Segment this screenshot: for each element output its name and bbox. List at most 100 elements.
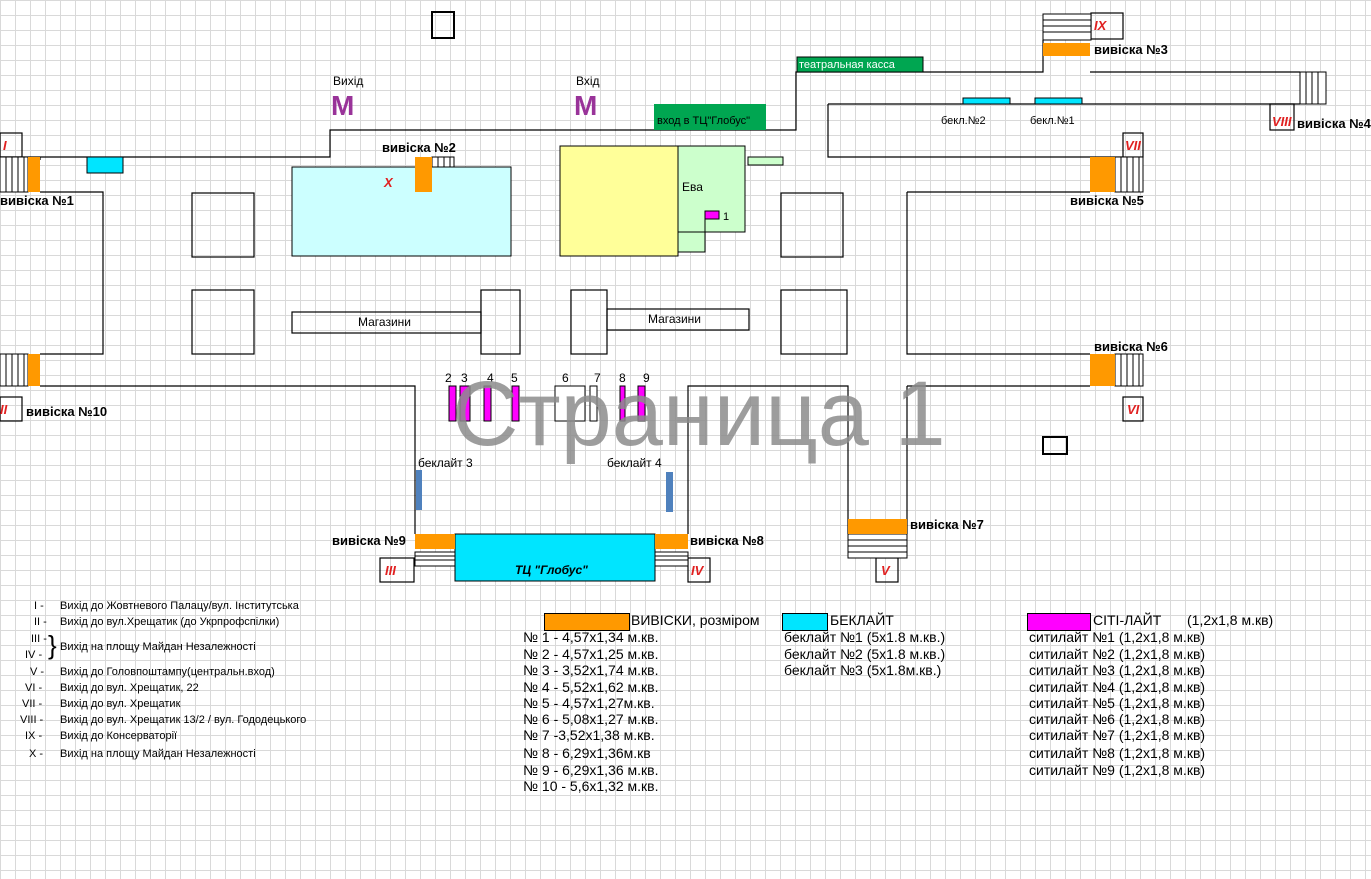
sign-2-label: вивіска №2 [382, 140, 456, 155]
exit-I-label: I [3, 138, 7, 153]
sign-6-label: вивіска №6 [1094, 339, 1168, 354]
exit-legend-num: VIII - [20, 714, 44, 726]
citylight-8 [619, 385, 626, 422]
backlight-left [86, 156, 124, 174]
citylight-number: 5 [511, 371, 518, 385]
sign-1-label: вивіска №1 [0, 193, 74, 208]
sign-size-row: № 7 -3,52х1,38 м.кв. [523, 727, 655, 743]
stairs-left-top [0, 156, 29, 193]
pillar [480, 289, 521, 355]
exit-VII-label: VII [1125, 138, 1141, 153]
legend-signs-title: ВИВІСКИ, розміром [631, 612, 760, 628]
sign-size-row: № 10 - 5,6х1,32 м.кв. [523, 778, 659, 794]
sign-size-row: № 3 - 3,52х1,74 м.кв. [523, 662, 659, 678]
citylight-number: 7 [594, 371, 601, 385]
sign-3-label: вивіска №3 [1094, 42, 1168, 57]
stairs-right-top [1114, 156, 1144, 193]
backlight-1 [1034, 97, 1083, 105]
exit-legend-text: Вихід до Жовтневого Палацу/вул. Інститут… [60, 600, 299, 612]
sign-4-label: вивіска №4 [1297, 116, 1371, 131]
sign-1 [28, 157, 40, 192]
exit-IX-label: IX [1094, 18, 1107, 33]
backlight-3 [416, 470, 422, 510]
sign-10 [28, 354, 40, 386]
sign-size-row: № 8 - 6,29х1,36м.кв [523, 745, 651, 761]
citylight-9 [637, 385, 646, 422]
theatre-box-office-label: театральная касса [799, 59, 895, 71]
citylight-number: 9 [643, 371, 650, 385]
corridor-wall-upper-right [827, 104, 1123, 158]
exit-legend-text: Вихід до Головпоштампу(центральн.вход) [60, 666, 275, 678]
exit-legend-text: Вихід до вул. Хрещатик [60, 698, 181, 710]
citylight-size-row: ситилайт №5 (1,2х1,8 м.кв) [1029, 695, 1206, 711]
metro-left-icon: M [331, 90, 355, 121]
mall-label: ТЦ "Глобус" [515, 563, 588, 577]
citylight-number: 6 [562, 371, 569, 385]
backlight-3-label: беклайт 3 [418, 456, 473, 470]
exit-VI-label: VI [1127, 402, 1140, 417]
small-box [431, 11, 455, 39]
shops-label-left: Магазини [358, 315, 411, 329]
exit-legend-num: VII - [22, 698, 43, 710]
eva-shop-area [677, 145, 746, 253]
stairs-left-bottom [0, 353, 29, 387]
exit-V-label: V [881, 563, 890, 578]
sign-5-label: вивіска №5 [1070, 193, 1144, 208]
citylight-7 [589, 385, 598, 422]
small-green-strip [747, 156, 784, 166]
sign-size-row: № 6 - 5,08х1,27 м.кв. [523, 711, 659, 727]
metro-right-icon: M [574, 90, 598, 121]
backlight-2-label: бекл.№2 [941, 115, 986, 127]
sign-8-label: вивіска №8 [690, 533, 764, 548]
exit-legend-text: Вихід до вул. Хрещатик 13/2 / вул. Годод… [60, 714, 307, 726]
sign-8 [655, 534, 688, 549]
citylight-size-row: ситилайт №6 (1,2х1,8 м.кв) [1029, 711, 1206, 727]
exit-legend-text: Вихід до вул. Хрещатик, 22 [60, 682, 199, 694]
sign-2 [415, 157, 432, 192]
citylight-4 [483, 385, 492, 422]
stairs-right-bottom [1114, 353, 1144, 387]
exit-II-label: II [0, 402, 8, 417]
yellow-area [559, 145, 679, 257]
exit-legend-brace: } [48, 630, 57, 660]
legend-backlight-title: БЕКЛАЙТ [830, 612, 894, 628]
backlight-size-row: беклайт №3 (5х1.8м.кв.) [784, 662, 942, 678]
exit-legend-text: Вихід на площу Майдан Незалежності [60, 641, 256, 653]
exit-legend-num: III - [31, 633, 47, 645]
exit-VIII-label: VIII [1272, 114, 1292, 129]
exit-legend-text: Вихід на площу Майдан Незалежності [60, 748, 256, 760]
backlight-4-label: беклайт 4 [607, 456, 662, 470]
sign-size-row: № 4 - 5,52х1,62 м.кв. [523, 679, 659, 695]
citylight-1 [704, 210, 720, 220]
citylight-size-row: ситилайт №3 (1,2х1,8 м.кв) [1029, 662, 1206, 678]
citylight-number: 4 [487, 371, 494, 385]
exit-legend-num: VI - [25, 682, 43, 694]
shops-label-right: Магазини [648, 312, 701, 326]
backlight-size-row: беклайт №2 (5х1.8 м.кв.) [784, 646, 946, 662]
exit-IV-label: IV [691, 563, 704, 578]
citylight-3 [459, 385, 471, 422]
pillar [191, 289, 255, 355]
citylight-6 [554, 385, 586, 422]
citylight-size-row: ситилайт №8 (1,2х1,8 м.кв) [1029, 745, 1206, 761]
sign-9 [415, 534, 455, 549]
backlight-2 [962, 97, 1011, 105]
exit-X-label: X [384, 175, 393, 190]
citylight-2 [448, 385, 457, 422]
sign-size-row: № 1 - 4,57х1,34 м.кв. [523, 629, 659, 645]
sign-3 [1043, 43, 1090, 56]
backlight-4 [666, 472, 673, 512]
sign-10-label: вивіска №10 [26, 404, 108, 419]
sign-7 [848, 519, 907, 534]
exit-legend-num: IX - [25, 730, 43, 742]
sign-5 [1090, 157, 1115, 192]
eva-label: Ева [682, 180, 703, 194]
lower-corridor-wall-right [687, 385, 849, 534]
corridor-wall-right-column [906, 192, 1090, 355]
sign-size-row: № 5 - 4,57х1,27м.кв. [523, 695, 655, 711]
pillar [780, 289, 848, 355]
citylight-size-row: ситилайт №9 (1,2х1,8 м.кв) [1029, 762, 1206, 778]
left-block-wall [40, 191, 104, 355]
exit-legend-text: Вихід до вул.Хрещатик (до Укрпрофспілки) [60, 616, 280, 628]
stairs-top-IX [1042, 13, 1092, 41]
